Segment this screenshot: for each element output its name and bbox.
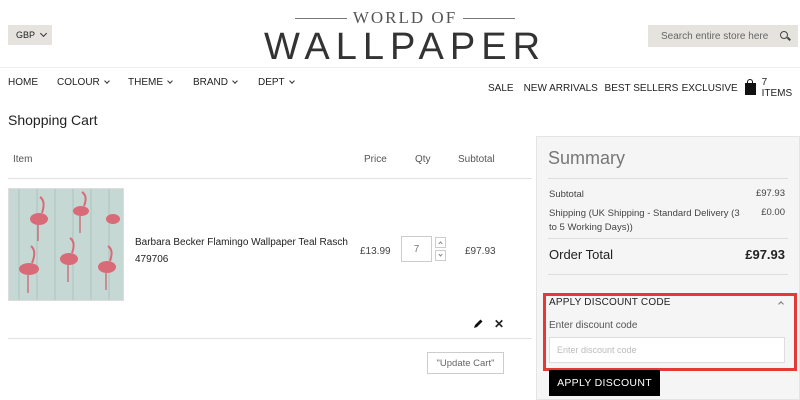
summary-divider bbox=[548, 274, 788, 275]
page-title: Shopping Cart bbox=[8, 112, 98, 128]
product-thumbnail[interactable] bbox=[8, 188, 124, 301]
column-header-price: Price bbox=[364, 154, 387, 165]
logo-rule-right bbox=[463, 17, 516, 19]
edit-pencil-icon[interactable] bbox=[472, 318, 484, 330]
secondary-nav: SALE NEW ARRIVALS BEST SELLERS EXCLUSIVE… bbox=[488, 77, 800, 99]
table-divider bbox=[8, 178, 532, 179]
chevron-down-icon bbox=[167, 78, 173, 84]
chevron-down-icon bbox=[232, 78, 238, 84]
discount-toggle[interactable]: APPLY DISCOUNT CODE bbox=[549, 297, 671, 308]
item-price: £13.99 bbox=[360, 246, 391, 257]
search-bar bbox=[648, 25, 798, 47]
discount-code-input[interactable] bbox=[549, 337, 785, 363]
order-total-value: £97.93 bbox=[745, 247, 785, 262]
search-input[interactable] bbox=[661, 30, 776, 42]
nav-colour[interactable]: COLOUR bbox=[57, 77, 128, 88]
apply-discount-button[interactable]: APPLY DISCOUNT bbox=[549, 370, 660, 396]
discount-field-label: Enter discount code bbox=[549, 320, 638, 331]
main-nav: HOME COLOUR THEME BRAND DEPT bbox=[8, 77, 295, 88]
shopping-bag-icon bbox=[744, 79, 756, 95]
cart-actions-divider bbox=[8, 338, 532, 339]
currency-label: GBP bbox=[16, 30, 36, 40]
cart-count: 7 ITEMS bbox=[761, 77, 793, 99]
currency-selector[interactable]: GBP bbox=[8, 25, 52, 45]
qty-increase-button[interactable] bbox=[435, 237, 446, 248]
chevron-down-icon bbox=[288, 78, 295, 84]
nav-best-sellers[interactable]: BEST SELLERS bbox=[605, 83, 682, 94]
summary-divider bbox=[548, 178, 788, 179]
summary-title: Summary bbox=[548, 148, 626, 168]
nav-brand[interactable]: BRAND bbox=[193, 77, 258, 88]
subtotal-label: Subtotal bbox=[549, 189, 584, 200]
nav-dept[interactable]: DEPT bbox=[258, 77, 295, 88]
column-header-subtotal: Subtotal bbox=[458, 154, 495, 165]
shipping-value: £0.00 bbox=[761, 207, 785, 218]
chevron-down-icon bbox=[39, 29, 48, 38]
summary-divider bbox=[548, 238, 788, 239]
header-divider bbox=[0, 67, 800, 68]
product-name-link[interactable]: Barbara Becker Flamingo Wallpaper Teal R… bbox=[135, 234, 355, 268]
quantity-input[interactable] bbox=[401, 236, 432, 262]
update-cart-button[interactable]: "Update Cart" bbox=[427, 352, 504, 374]
chevron-down-icon bbox=[103, 78, 110, 84]
flamingo-wallpaper-image bbox=[9, 189, 123, 300]
shipping-label: Shipping (UK Shipping - Standard Deliver… bbox=[549, 208, 740, 233]
nav-sale[interactable]: SALE bbox=[488, 83, 524, 94]
item-subtotal: £97.93 bbox=[465, 246, 496, 257]
nav-exclusive[interactable]: EXCLUSIVE bbox=[682, 83, 745, 94]
order-total-label: Order Total bbox=[549, 247, 614, 262]
logo-rule-left bbox=[294, 17, 347, 19]
nav-home[interactable]: HOME bbox=[8, 77, 57, 88]
search-icon[interactable] bbox=[780, 31, 788, 39]
delete-icon[interactable]: ✕ bbox=[494, 317, 504, 331]
column-header-item: Item bbox=[13, 154, 33, 165]
logo-main-text: WALLPAPER bbox=[263, 26, 547, 68]
nav-theme[interactable]: THEME bbox=[128, 77, 193, 88]
mini-cart-link[interactable]: 7 ITEMS bbox=[744, 77, 800, 99]
qty-decrease-button[interactable] bbox=[435, 250, 446, 261]
logo-top-text: WORLD OF bbox=[352, 8, 458, 27]
site-logo[interactable]: WORLD OF WALLPAPER bbox=[250, 6, 560, 68]
nav-new-arrivals[interactable]: NEW ARRIVALS bbox=[524, 83, 605, 94]
subtotal-value: £97.93 bbox=[755, 188, 785, 199]
column-header-qty: Qty bbox=[415, 154, 431, 165]
